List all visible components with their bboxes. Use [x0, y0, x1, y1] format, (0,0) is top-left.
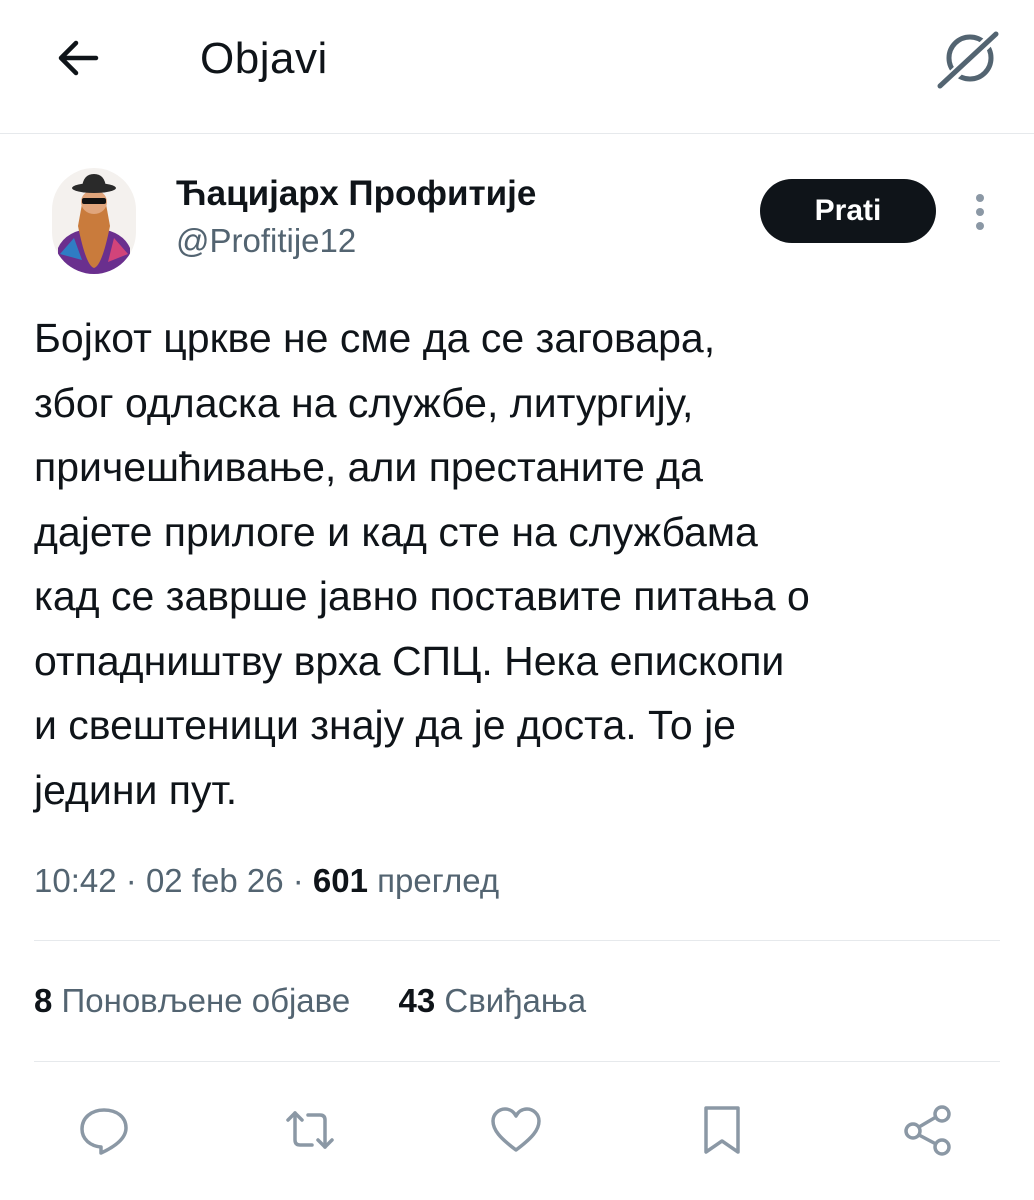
grok-icon[interactable] — [934, 28, 1002, 92]
repost-icon[interactable] — [282, 1102, 338, 1158]
engagement-stats: 8 Поновљене објаве 43 Свиђања — [34, 982, 586, 1020]
reposts-stat[interactable]: 8 Поновљене објаве — [34, 982, 350, 1020]
back-arrow-icon[interactable] — [52, 32, 104, 84]
author-name[interactable]: Ћацијарх Профитије — [176, 174, 536, 214]
like-icon[interactable] — [488, 1102, 544, 1158]
post-time[interactable]: 10:42 — [34, 862, 117, 899]
divider — [34, 1061, 1000, 1062]
bookmark-icon[interactable] — [694, 1102, 750, 1158]
avatar[interactable] — [52, 168, 136, 274]
views-count: 601 — [312, 862, 368, 899]
share-icon[interactable] — [900, 1102, 956, 1158]
reply-icon[interactable] — [76, 1102, 132, 1158]
likes-count: 43 — [398, 982, 436, 1019]
likes-label: Свиђања — [444, 982, 587, 1019]
follow-button[interactable]: Prati — [760, 179, 936, 243]
post-text: Бојкот цркве не сме да се заговара, због… — [34, 315, 810, 813]
divider — [34, 940, 1000, 941]
reposts-count: 8 — [34, 982, 53, 1019]
meta-separator: · — [292, 862, 313, 899]
post-date[interactable]: 02 feb 26 — [146, 862, 284, 899]
views-label: преглед — [377, 862, 500, 899]
likes-stat[interactable]: 43 Свиђања — [399, 982, 587, 1020]
reposts-label: Поновљене објаве — [61, 982, 351, 1019]
author-handle[interactable]: @Profitije12 — [176, 222, 356, 260]
top-bar: Objavi — [0, 0, 1034, 134]
more-vertical-icon[interactable] — [960, 188, 1000, 236]
meta-separator: · — [125, 862, 146, 899]
post-meta: 10:42 · 02 feb 26 · 601 преглед — [34, 862, 499, 900]
page-title: Objavi — [200, 34, 328, 83]
